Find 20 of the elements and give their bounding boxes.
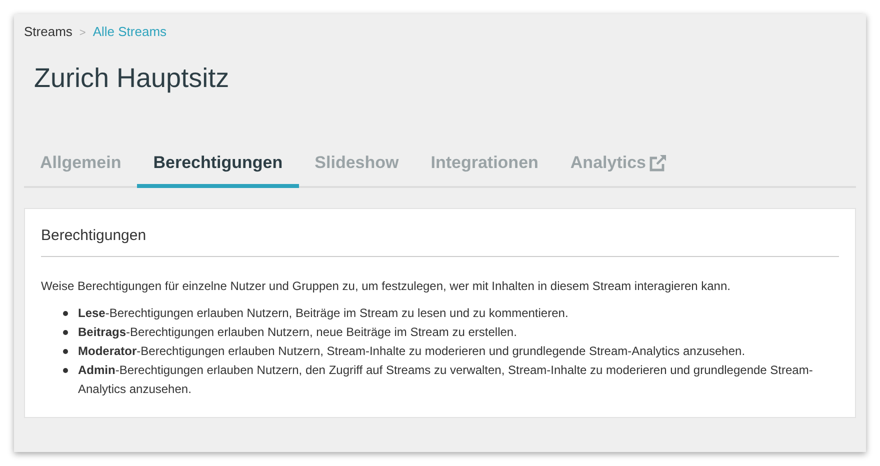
tab[interactable]: Allgemein xyxy=(24,144,138,188)
bullet-icon xyxy=(63,310,68,316)
breadcrumb-link[interactable]: Alle Streams xyxy=(92,24,167,39)
card-heading: Berechtigungen xyxy=(41,225,839,257)
tab[interactable]: Slideshow xyxy=(298,144,415,188)
permission-text: Admin-Berechtigungen erlauben Nutzern, den Zugriff auf Streams zu verwalten, Stream-Inhalte zu moderieren und grundlegende Stream-Analytics anzusehen. xyxy=(78,362,814,398)
tab[interactable]: Berechtigungen xyxy=(137,144,299,188)
description-text: Weise Berechtigungen für einzelne Nutzer und Gruppen zu, um festzulegen, wer mit Inhalten in diesem Stream interagieren kann. xyxy=(41,278,732,295)
bullet-icon xyxy=(63,330,68,335)
page-title: Zurich Hauptsitz xyxy=(34,62,230,94)
breadcrumb-separator: > xyxy=(79,27,86,39)
permission-text: Moderator-Berechtigungen erlauben Nutzern, Stream-Inhalte zu moderieren und grundlegende Stream-Analytics anzusehen. xyxy=(78,342,746,360)
tab[interactable]: Integrationen xyxy=(414,144,554,188)
breadcrumb-item: Streams xyxy=(24,24,72,39)
permission-text: Lese-Berechtigungen erlauben Nutzern, Beiträge im Stream zu lesen und zu kommentieren. xyxy=(78,304,568,322)
bullet-icon xyxy=(63,368,68,373)
bullet-icon xyxy=(63,348,68,354)
external-link-icon xyxy=(648,152,668,173)
tab[interactable]: Analytics xyxy=(554,144,684,188)
permission-text: Beitrags-Berechtigungen erlauben Nutzern, neue Beiträge im Stream zu erstellen. xyxy=(78,324,517,341)
